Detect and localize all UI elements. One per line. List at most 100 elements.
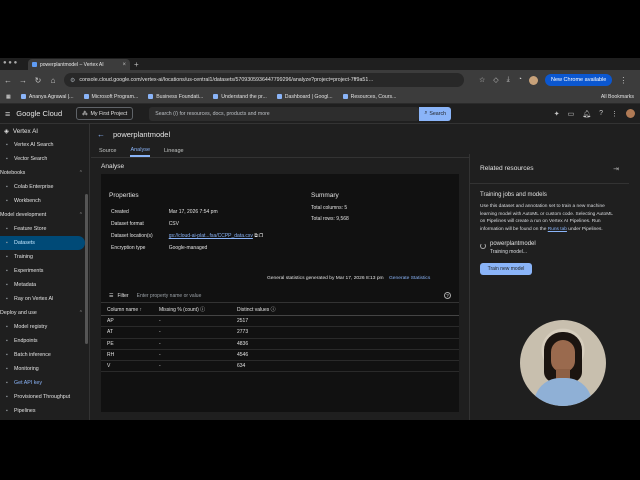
nav-item-icon: ▪ <box>6 240 8 246</box>
description-text: under Pipelines. <box>566 226 603 232</box>
dataset-location-link[interactable]: gs://cloud-ai-plat...fsa/CCPP_data.csv <box>169 233 253 239</box>
tab-lineage[interactable]: Lineage <box>164 144 184 157</box>
sidebar-item-vector-search[interactable]: ▪ Vector Search <box>0 152 89 166</box>
filter-icon: ☰ <box>109 292 114 299</box>
collapse-panel-icon[interactable]: ⇥ <box>613 165 619 173</box>
sidebar-item-monitoring[interactable]: ▪ Monitoring <box>0 362 89 376</box>
analysis-card: Properties Created Mar 17, 2026 7:54 pm D… <box>101 174 459 412</box>
table-row[interactable]: RH - 4546 <box>101 350 459 362</box>
home-icon[interactable]: ⌂ <box>49 76 57 85</box>
bookmark-item[interactable]: Resources, Cours... <box>342 94 396 100</box>
apps-grid-icon[interactable]: ▦ <box>6 94 11 100</box>
header-column-name[interactable]: Column name ↑ <box>101 307 159 313</box>
header-label: Distinct values <box>237 307 270 313</box>
sidebar-item-experiments[interactable]: ▪ Experiments <box>0 264 89 278</box>
sidebar-section-notebooks[interactable]: Notebooks ⌃ <box>0 166 89 180</box>
site-info-icon[interactable]: ⚙ <box>70 77 75 84</box>
property-key: Dataset location(s) <box>111 233 153 239</box>
chevron-up-icon[interactable]: ⌃ <box>79 170 83 176</box>
gemini-icon[interactable]: ✦ <box>554 110 560 118</box>
window-controls-icon[interactable]: ● ● ● <box>3 60 17 66</box>
sidebar-item-endpoints[interactable]: ▪ Endpoints <box>0 334 89 348</box>
related-subtitle: Training jobs and models <box>480 192 547 198</box>
search-button[interactable]: ⌕ Search <box>419 106 452 121</box>
tab-source[interactable]: Source <box>99 144 116 157</box>
sidebar-item-metadata[interactable]: ▪ Metadata <box>0 278 89 292</box>
forward-icon[interactable]: → <box>19 76 27 85</box>
sidebar-item-batch-inference[interactable]: ▪ Batch inference <box>0 348 89 362</box>
sidebar-item-ray-on-vertex-ai[interactable]: ▪ Ray on Vertex AI <box>0 292 89 306</box>
sidebar-item-datasets[interactable]: ▪ Datasets <box>0 236 85 250</box>
sidebar-item-colab-enterprise[interactable]: ▪ Colab Enterprise <box>0 180 89 194</box>
chrome-menu-icon[interactable]: ⋮ <box>619 76 627 85</box>
generate-statistics-button[interactable]: Generate Statistics <box>389 276 430 281</box>
sidebar-item-workbench[interactable]: ▪ Workbench <box>0 194 89 208</box>
runs-tab-link[interactable]: Runs tab <box>548 227 567 232</box>
training-job-item[interactable]: powerplantmodel Training model... <box>470 233 629 255</box>
close-tab-icon[interactable]: × <box>122 62 126 68</box>
back-arrow-icon[interactable]: ← <box>97 130 105 139</box>
project-name: My First Project <box>90 110 128 117</box>
sidebar-item-label: Monitoring <box>14 366 39 372</box>
open-external-icon[interactable]: ⧉ <box>254 233 258 239</box>
vertex-favicon-icon <box>32 62 37 67</box>
settings-kebab-icon[interactable]: ⋮ <box>611 110 618 118</box>
tab-analyse[interactable]: Analyse <box>130 144 151 157</box>
url-field[interactable]: ⚙ console.cloud.google.com/vertex-ai/loc… <box>64 73 464 87</box>
help-icon[interactable]: ? <box>599 110 603 117</box>
table-row[interactable]: AT - 2773 <box>101 327 459 339</box>
project-picker[interactable]: ⁂ My First Project <box>76 107 134 120</box>
notifications-icon[interactable]: 🔔︎ <box>582 110 591 118</box>
person-body <box>534 378 592 406</box>
column-display-options-icon[interactable]: ? <box>444 292 451 299</box>
cell-missing: - <box>159 329 161 336</box>
help-circle-icon[interactable]: ⓘ <box>271 307 276 313</box>
filter-bar[interactable]: ☰ Filter Enter property name or value ? <box>101 289 459 303</box>
copy-icon[interactable]: ❐ <box>259 233 263 239</box>
profile-avatar[interactable] <box>529 75 539 85</box>
nav-item-icon: ▪ <box>6 338 8 344</box>
bookmark-item[interactable]: Microsoft Program... <box>83 94 138 100</box>
table-row[interactable]: PE - 4836 <box>101 339 459 350</box>
sidebar-section-deploy-and-use[interactable]: Deploy and use ⌃ <box>0 306 89 320</box>
help-circle-icon[interactable]: ⓘ <box>200 307 205 313</box>
bookmark-item[interactable]: Dashboard | Googl... <box>276 94 333 100</box>
table-row[interactable]: AP - 2517 <box>101 316 459 328</box>
extensions-icon[interactable]: ◇ <box>493 76 498 84</box>
sidebar-scrollbar[interactable] <box>85 194 88 344</box>
sidebar-items: ▪ Vertex AI Search ▪ Vector Search Notebooks… <box>0 138 89 418</box>
bookmark-item[interactable]: Understand the pr... <box>213 94 267 100</box>
new-chrome-button[interactable]: New Chrome available <box>545 74 613 86</box>
filter-input[interactable]: Enter property name or value <box>137 293 202 299</box>
chevron-up-icon[interactable]: ⌃ <box>79 310 83 316</box>
google-cloud-logo[interactable]: Google Cloud <box>16 109 62 118</box>
sidebar-section-model-development[interactable]: Model development ⌃ <box>0 208 89 222</box>
back-icon[interactable]: ← <box>4 76 12 85</box>
sort-arrow-icon[interactable]: ↑ <box>140 307 143 313</box>
sidebar-item-training[interactable]: ▪ Training <box>0 250 89 264</box>
chevron-up-icon[interactable]: ⌃ <box>79 212 83 218</box>
sidebar-item-feature-store[interactable]: ▪ Feature Store <box>0 222 89 236</box>
history-icon[interactable]: ◔ <box>518 76 522 84</box>
table-row[interactable]: V - 634 <box>101 361 459 373</box>
sidebar-item-vertex-ai-search[interactable]: ▪ Vertex AI Search <box>0 138 89 152</box>
cloud-shell-icon[interactable]: ▭ <box>568 110 575 118</box>
sidebar-item-pipelines[interactable]: ▪ Pipelines <box>0 404 89 418</box>
bookmark-item[interactable]: Ananya Agrawal |... <box>20 94 74 100</box>
new-tab-icon[interactable]: + <box>134 59 139 70</box>
browser-tab[interactable]: powerplantmodel – Vertex AI × <box>28 59 130 70</box>
sidebar-item-provisioned-throughput[interactable]: ▪ Provisioned Throughput <box>0 390 89 404</box>
train-new-model-button[interactable]: Train new model <box>480 263 532 275</box>
property-row: Dataset format CSV <box>111 219 277 229</box>
hamburger-menu-icon[interactable]: ≡ <box>5 109 10 119</box>
address-bar-row: ← → ↻ ⌂ ⚙ console.cloud.google.com/verte… <box>0 70 640 90</box>
reload-icon[interactable]: ↻ <box>34 76 42 85</box>
download-icon[interactable]: ⤓ <box>507 76 510 84</box>
bookmark-item[interactable]: Business Foundati... <box>148 94 203 100</box>
console-search-input[interactable]: Search (/) for resources, docs, products… <box>149 106 420 121</box>
all-bookmarks-button[interactable]: All Bookmarks <box>601 94 634 100</box>
sidebar-item-model-registry[interactable]: ▪ Model registry <box>0 320 89 334</box>
account-avatar[interactable] <box>626 109 635 118</box>
sidebar-item-get-api-key[interactable]: ▪ Get API key <box>0 376 89 390</box>
bookmark-star-icon[interactable]: ☆ <box>479 76 485 84</box>
